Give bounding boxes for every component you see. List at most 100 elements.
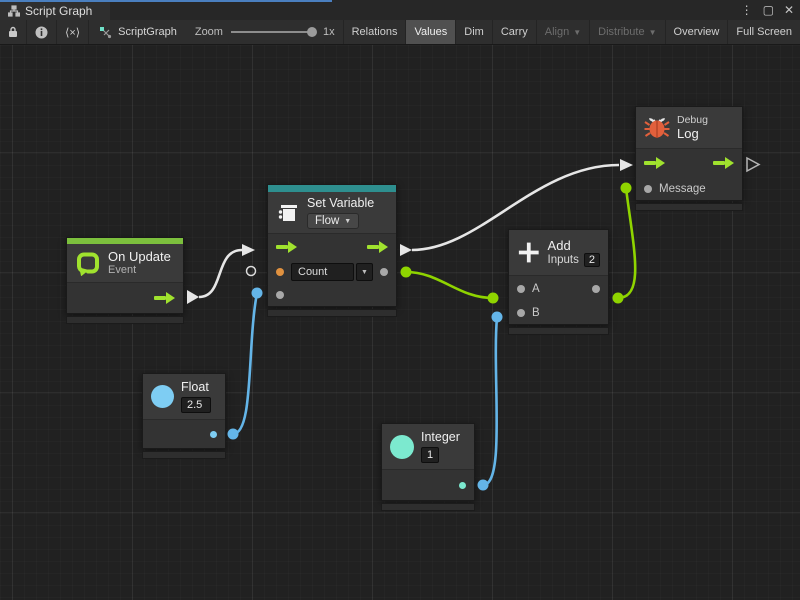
node-category: Debug [677,114,708,126]
event-loop-icon [75,250,101,276]
overview-button[interactable]: Overview [666,20,729,44]
flow-output-port[interactable] [367,241,388,253]
inputs-count-field[interactable]: 2 [584,253,600,267]
dim-button[interactable]: Dim [456,20,493,44]
align-button[interactable]: Align ▼ [537,20,590,44]
node-footer [66,316,184,324]
variable-name-input-port[interactable] [276,268,284,276]
integer-value-field[interactable]: 1 [421,447,439,463]
flow-wire-arrowhead [187,290,199,304]
info-icon [35,26,48,39]
distribute-button[interactable]: Distribute ▼ [590,20,665,44]
value-wire-setvariable-add-a[interactable] [406,272,493,298]
wire-endpoint [401,267,412,278]
values-button[interactable]: Values [406,20,456,44]
carry-button[interactable]: Carry [493,20,537,44]
inputs-label: Inputs [548,254,579,267]
unconnected-port-ring [247,267,256,276]
wire-endpoint [492,312,503,323]
script-graph-icon [99,26,112,39]
chevron-down-icon: ▼ [344,218,351,225]
code-icon: ⟨×⟩ [65,26,80,39]
node-title: Integer [421,430,460,445]
value-wire-integer-add-b[interactable] [483,317,497,485]
window-menu-icon[interactable]: ⋮ [741,3,753,17]
float-type-icon [151,385,174,408]
node-on-update[interactable]: On Update Event [66,237,184,324]
node-set-variable[interactable]: Set Variable Flow ▼ [267,184,397,317]
node-title: Log [677,126,708,141]
node-subtitle: Event [108,264,171,277]
close-icon[interactable]: ✕ [784,3,794,17]
chevron-down-icon: ▼ [573,28,581,37]
relations-button[interactable]: Relations [343,20,407,44]
graph-canvas[interactable]: On Update Event [0,45,800,600]
flow-input-port[interactable] [276,241,297,253]
node-title: On Update [108,249,171,264]
node-debug-log[interactable]: Debug Log [635,106,743,211]
zoom-label: Zoom [195,26,223,38]
graph-name-crumb[interactable]: ScriptGraph [89,20,187,44]
message-input-port[interactable] [644,185,652,193]
node-footer [381,503,475,511]
flow-output-port[interactable] [713,157,734,169]
graph-tree-icon [8,5,20,17]
value-wire-add-debugmessage[interactable] [618,188,635,298]
zoom-value: 1x [323,26,335,38]
zoom-slider[interactable] [231,31,315,33]
input-port-a[interactable] [517,285,525,293]
node-footer [508,327,609,335]
graph-name-label: ScriptGraph [118,26,177,38]
tab-script-graph[interactable]: Script Graph [0,2,110,20]
port-a-label: A [532,283,540,295]
bug-icon [644,116,670,140]
flow-output-port[interactable] [154,292,175,304]
sum-output-port[interactable] [592,285,600,293]
unconnected-flow-triangle [747,158,759,171]
script-graph-window: Script Graph ⋮ ▢ ✕ ⟨×⟩ [0,0,800,600]
variable-accent-bar [268,185,396,192]
chevron-down-icon: ▼ [649,28,657,37]
value-wire-float-setvariable[interactable] [233,293,257,434]
float-output-port[interactable] [210,431,217,438]
variable-kind-dropdown[interactable]: Flow ▼ [307,213,359,229]
wire-endpoint [488,293,499,304]
tab-bar: Script Graph ⋮ ▢ ✕ [0,0,800,20]
lock-button[interactable] [0,20,27,44]
node-footer [142,451,226,459]
graph-toolbar: ⟨×⟩ ScriptGraph Zoom 1x Relations Values… [0,20,800,45]
plus-icon [517,240,541,265]
zoom-slider-handle[interactable] [307,27,317,37]
integer-output-port[interactable] [459,482,466,489]
flow-input-port[interactable] [644,157,665,169]
chevron-down-icon: ▼ [356,263,373,281]
fullscreen-button[interactable]: Full Screen [728,20,800,44]
node-footer [635,203,743,211]
node-title: Float [181,380,211,395]
wire-endpoint [228,429,239,440]
variable-name-dropdown[interactable]: Count ▼ [291,263,373,281]
code-view-button[interactable]: ⟨×⟩ [57,20,89,44]
lock-icon [8,26,18,38]
float-value-field[interactable]: 2.5 [181,397,211,413]
wire-endpoint [621,183,632,194]
tab-title: Script Graph [25,4,92,18]
port-b-label: B [532,307,540,319]
node-footer [267,309,397,317]
input-port-b[interactable] [517,309,525,317]
info-button[interactable] [27,20,57,44]
wire-endpoint [613,293,624,304]
node-title: Set Variable [307,196,374,211]
node-integer[interactable]: Integer 1 [381,423,475,511]
node-add[interactable]: Add Inputs 2 A [508,229,609,335]
maximize-icon[interactable]: ▢ [763,3,774,17]
value-output-port[interactable] [380,268,388,276]
flow-wire-onupdate-setvariable[interactable] [199,250,242,297]
value-input-port[interactable] [276,291,284,299]
wire-endpoint [478,480,489,491]
variable-icon [276,201,300,225]
node-float[interactable]: Float 2.5 [142,373,226,459]
message-port-label: Message [659,183,706,195]
flow-wire-arrowhead [242,244,255,256]
flow-wire-arrowhead [620,159,633,171]
